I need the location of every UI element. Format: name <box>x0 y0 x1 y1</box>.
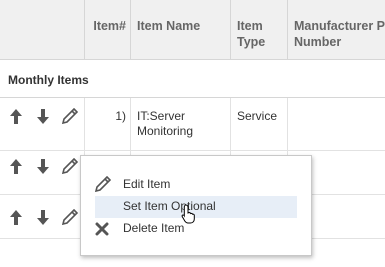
menu-item-label: Edit Item <box>123 177 171 191</box>
mouse-cursor-icon <box>181 204 197 224</box>
arrow-down-icon[interactable] <box>37 210 49 225</box>
header-blank-2 <box>28 0 56 60</box>
close-icon <box>95 222 109 239</box>
arrow-down-icon[interactable] <box>37 159 49 174</box>
pencil-icon <box>94 175 112 195</box>
column-header-manufacturer[interactable]: Manufacturer P Number <box>287 0 385 60</box>
cell-divider <box>287 98 385 150</box>
header-blank-1 <box>0 0 28 60</box>
arrow-up-icon[interactable] <box>10 109 22 124</box>
pencil-icon[interactable] <box>62 108 78 124</box>
cell-divider <box>84 98 130 150</box>
grid-header: Item# Item Name Item Type Manufacturer P… <box>0 0 385 60</box>
pencil-icon[interactable] <box>62 209 78 225</box>
arrow-up-icon[interactable] <box>10 210 22 225</box>
menu-item-label: Set Item Optional <box>123 199 216 213</box>
column-header-item-type[interactable]: Item Type <box>230 0 287 60</box>
item-number: 1) <box>115 109 126 123</box>
header-blank-3 <box>56 0 84 60</box>
arrow-up-icon[interactable] <box>10 159 22 174</box>
context-menu: Edit Item Set Item Optional Delete Item <box>80 155 312 256</box>
item-type: Service <box>237 109 278 123</box>
arrow-down-icon[interactable] <box>37 109 49 124</box>
column-header-item-number[interactable]: Item# <box>84 0 130 60</box>
menu-item-edit[interactable]: Edit Item <box>94 174 297 196</box>
pencil-icon[interactable] <box>62 158 78 174</box>
section-title: Monthly Items <box>0 60 385 98</box>
item-name: IT:Server Monitoring <box>137 109 194 138</box>
cell-divider <box>230 98 287 150</box>
column-header-item-name[interactable]: Item Name <box>130 0 230 60</box>
menu-item-label: Delete Item <box>123 221 185 235</box>
table-row: 1) IT:Server Monitoring Service <box>0 98 385 151</box>
